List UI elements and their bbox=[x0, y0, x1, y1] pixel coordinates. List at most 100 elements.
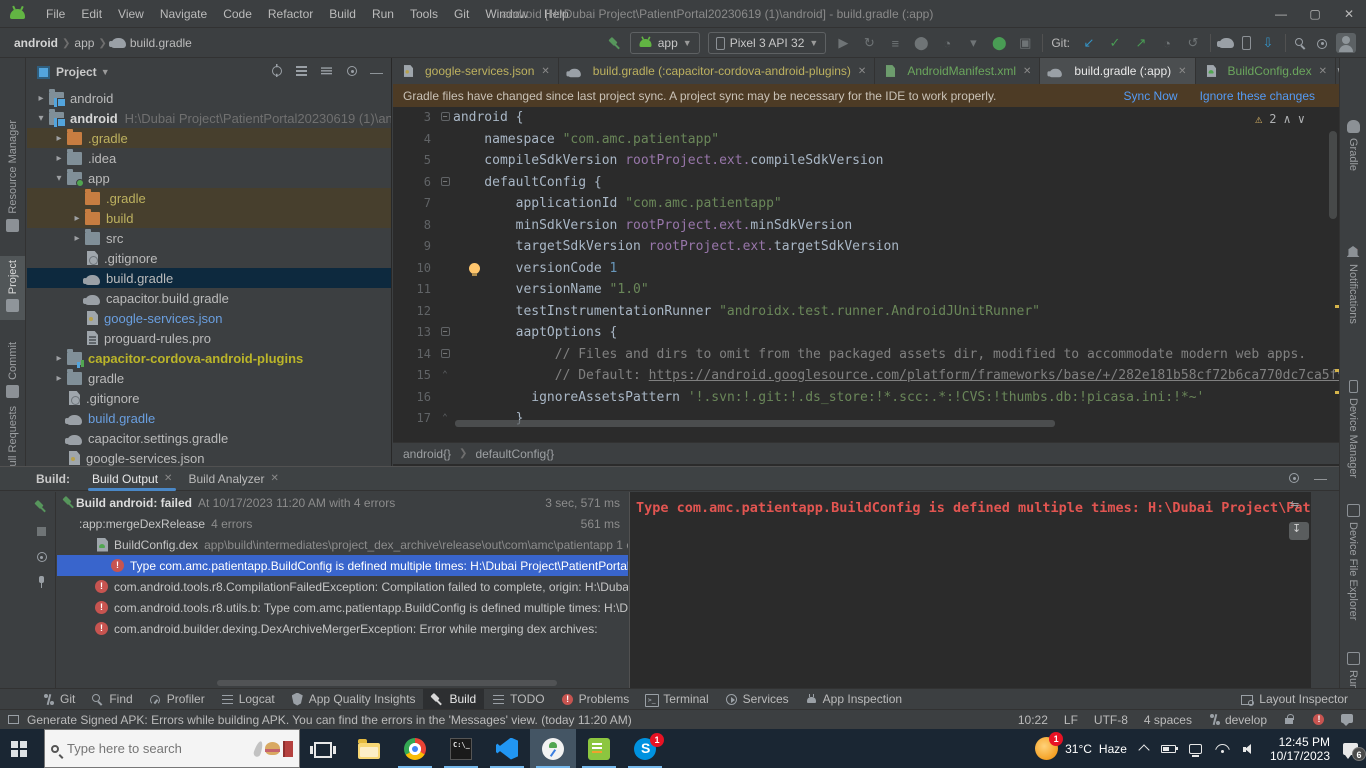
taskbar-search-box[interactable] bbox=[44, 729, 300, 768]
search-everywhere-icon[interactable] bbox=[1294, 37, 1307, 50]
menu-item-run[interactable]: Run bbox=[365, 5, 401, 23]
tree-item-capacitor-build-gradle[interactable]: capacitor.build.gradle bbox=[27, 288, 391, 308]
tree-item-gradle[interactable]: ▸ gradle bbox=[27, 368, 391, 388]
stripe-item-running-devices[interactable]: Running Devices bbox=[1340, 652, 1366, 688]
taskbar-app-chrome[interactable] bbox=[392, 729, 438, 768]
close-icon[interactable]: ✕ bbox=[1332, 0, 1366, 28]
collapse-all-icon[interactable] bbox=[320, 64, 333, 80]
run-with-coverage-icon[interactable]: ≡ bbox=[886, 36, 904, 51]
code-line[interactable]: 14− // Files and dirs to omit from the p… bbox=[393, 344, 1339, 366]
inspection-widget[interactable]: ⚠ 2 ∧ ∨ bbox=[1255, 112, 1305, 126]
fold-collapse-icon[interactable]: − bbox=[440, 327, 450, 336]
tree-chevron-icon[interactable]: ▸ bbox=[69, 213, 85, 224]
menu-item-navigate[interactable]: Navigate bbox=[153, 5, 214, 23]
build-output-row[interactable]: ! com.android.tools.r8.CompilationFailedE… bbox=[57, 576, 628, 597]
tree-chevron-icon[interactable]: ▸ bbox=[33, 93, 49, 104]
weather-widget[interactable]: 1 31°C Haze bbox=[1035, 732, 1127, 760]
code-line[interactable]: 4 namespace "com.amc.patientapp" bbox=[393, 129, 1339, 151]
minimize-icon[interactable]: — bbox=[1264, 0, 1298, 28]
gradle-sync-icon[interactable] bbox=[1217, 38, 1234, 48]
search-input[interactable] bbox=[67, 741, 247, 756]
next-warning-icon[interactable]: ∨ bbox=[1298, 112, 1305, 126]
stripe-item-project[interactable]: Project bbox=[0, 256, 25, 320]
soft-wrap-icon[interactable] bbox=[1289, 498, 1309, 516]
build-output-row[interactable]: Build android: failed At 10/17/2023 11:20… bbox=[57, 492, 628, 513]
tab-close-icon[interactable]: ✕ bbox=[858, 66, 866, 77]
code-line[interactable]: 12 testInstrumentationRunner "androidx.t… bbox=[393, 301, 1339, 323]
debug-icon[interactable]: ⬤ bbox=[912, 35, 930, 51]
rollback-icon[interactable]: ↺ bbox=[1184, 35, 1202, 51]
lock-icon[interactable] bbox=[1283, 713, 1296, 726]
taskbar-clock[interactable]: 12:45 PM 10/17/2023 bbox=[1270, 735, 1330, 763]
profile-avatar[interactable] bbox=[1336, 33, 1356, 53]
fold-collapse-icon[interactable]: − bbox=[440, 176, 450, 186]
line-ending[interactable]: LF bbox=[1064, 713, 1078, 727]
code-line[interactable]: 11 versionName "1.0" bbox=[393, 279, 1339, 301]
taskbar-app-skype[interactable]: 1 bbox=[622, 729, 668, 768]
tree-item-capacitor-cordova-android-plugins[interactable]: ▸ capacitor-cordova-android-plugins bbox=[27, 348, 391, 368]
fold-marker[interactable]: ⌃ bbox=[437, 408, 453, 429]
chevron-down-icon[interactable]: ∨ bbox=[1336, 64, 1339, 78]
rerun-icon[interactable]: ↻ bbox=[860, 35, 878, 51]
battery-icon[interactable] bbox=[1160, 744, 1178, 753]
code-line[interactable]: 5 compileSdkVersion rootProject.ext.comp… bbox=[393, 150, 1339, 172]
stripe-item-device-manager[interactable]: Device Manager bbox=[1340, 380, 1366, 496]
stop-build-icon[interactable] bbox=[35, 525, 48, 538]
chevron-down-icon[interactable]: ▼ bbox=[101, 67, 110, 77]
tree-item-build[interactable]: ▸ build bbox=[27, 208, 391, 228]
menu-item-code[interactable]: Code bbox=[216, 5, 259, 23]
tree-item-android[interactable]: ▾ android H:\Dubai Project\PatientPortal20… bbox=[27, 108, 391, 128]
taskbar-app-task-view[interactable] bbox=[300, 729, 346, 768]
menu-item-edit[interactable]: Edit bbox=[74, 5, 109, 23]
status-message[interactable]: Generate Signed APK: Errors while buildi… bbox=[27, 713, 632, 727]
profile-icon[interactable]: ◔ bbox=[938, 36, 956, 51]
select-opened-file-icon[interactable] bbox=[270, 64, 283, 80]
editor-vertical-scrollbar[interactable] bbox=[1329, 131, 1337, 219]
tree-item--gradle[interactable]: .gradle bbox=[27, 188, 391, 208]
build-output-row[interactable]: ! com.android.tools.r8.utils.b: Type com.… bbox=[57, 597, 628, 618]
breadcrumb-defaultconfig-block[interactable]: defaultConfig{} bbox=[475, 447, 554, 461]
git-commit-icon[interactable]: ✓ bbox=[1106, 35, 1124, 51]
taskbar-app-notepad-plus[interactable] bbox=[576, 729, 622, 768]
git-update-icon[interactable]: ↙ bbox=[1080, 35, 1098, 51]
menu-item-file[interactable]: File bbox=[39, 5, 72, 23]
taskbar-app-vscode[interactable] bbox=[484, 729, 530, 768]
breadcrumb-file[interactable]: build.gradle bbox=[130, 36, 192, 50]
editor-tab-build-gradle-app-[interactable]: build.gradle (:app) ✕ bbox=[1040, 58, 1196, 84]
toolwindow-button-terminal[interactable]: Terminal bbox=[637, 689, 716, 710]
expand-all-icon[interactable] bbox=[295, 64, 308, 80]
toolwindow-button-problems[interactable]: Problems bbox=[553, 689, 638, 710]
build-tab-build-output[interactable]: Build Output ✕ bbox=[84, 467, 180, 491]
filter-icon[interactable] bbox=[35, 550, 48, 563]
stop-icon[interactable]: ▣ bbox=[1016, 35, 1034, 51]
code-line[interactable]: 10 versionCode 1 bbox=[393, 258, 1339, 280]
volume-icon[interactable] bbox=[1242, 743, 1257, 755]
tree-item--idea[interactable]: ▸ .idea bbox=[27, 148, 391, 168]
toolwindow-button-build[interactable]: Build bbox=[423, 688, 485, 710]
run-config-select[interactable]: app ▼ bbox=[629, 32, 700, 54]
breadcrumb-module[interactable]: android bbox=[14, 36, 58, 50]
tree-item-android[interactable]: ▸ android bbox=[27, 88, 391, 108]
panel-options-gear-icon[interactable] bbox=[345, 64, 358, 80]
fold-marker[interactable]: ⌃ bbox=[437, 365, 453, 387]
breadcrumb-app[interactable]: app bbox=[74, 36, 94, 50]
hidden-icons-chevron[interactable] bbox=[1138, 744, 1150, 756]
stripe-item-device-file-explorer[interactable]: Device File Explorer bbox=[1340, 504, 1366, 644]
code-line[interactable]: 9 targetSdkVersion rootProject.ext.targe… bbox=[393, 236, 1339, 258]
tree-item-capacitor-settings-gradle[interactable]: capacitor.settings.gradle bbox=[27, 428, 391, 448]
tree-chevron-icon[interactable]: ▾ bbox=[51, 173, 67, 184]
build-hammer-icon[interactable] bbox=[609, 37, 622, 50]
tree-item--gradle[interactable]: ▸ .gradle bbox=[27, 128, 391, 148]
action-center-icon[interactable]: 6 bbox=[1343, 742, 1366, 761]
toolwindow-button-git[interactable]: Git bbox=[34, 689, 83, 710]
tree-chevron-icon[interactable]: ▸ bbox=[51, 373, 67, 384]
stripe-item-commit[interactable]: Commit bbox=[0, 342, 25, 398]
error-indicator-icon[interactable] bbox=[1312, 713, 1325, 726]
fold-marker[interactable]: − bbox=[437, 344, 453, 366]
tab-close-icon[interactable]: ✕ bbox=[164, 473, 172, 484]
fold-marker[interactable]: − bbox=[437, 172, 453, 194]
editor-tab-androidmanifest-xml[interactable]: AndroidManifest.xml ✕ bbox=[875, 58, 1041, 84]
tree-item-app[interactable]: ▾ app bbox=[27, 168, 391, 188]
menu-item-build[interactable]: Build bbox=[322, 5, 363, 23]
editor-horizontal-scrollbar[interactable] bbox=[455, 420, 1055, 427]
